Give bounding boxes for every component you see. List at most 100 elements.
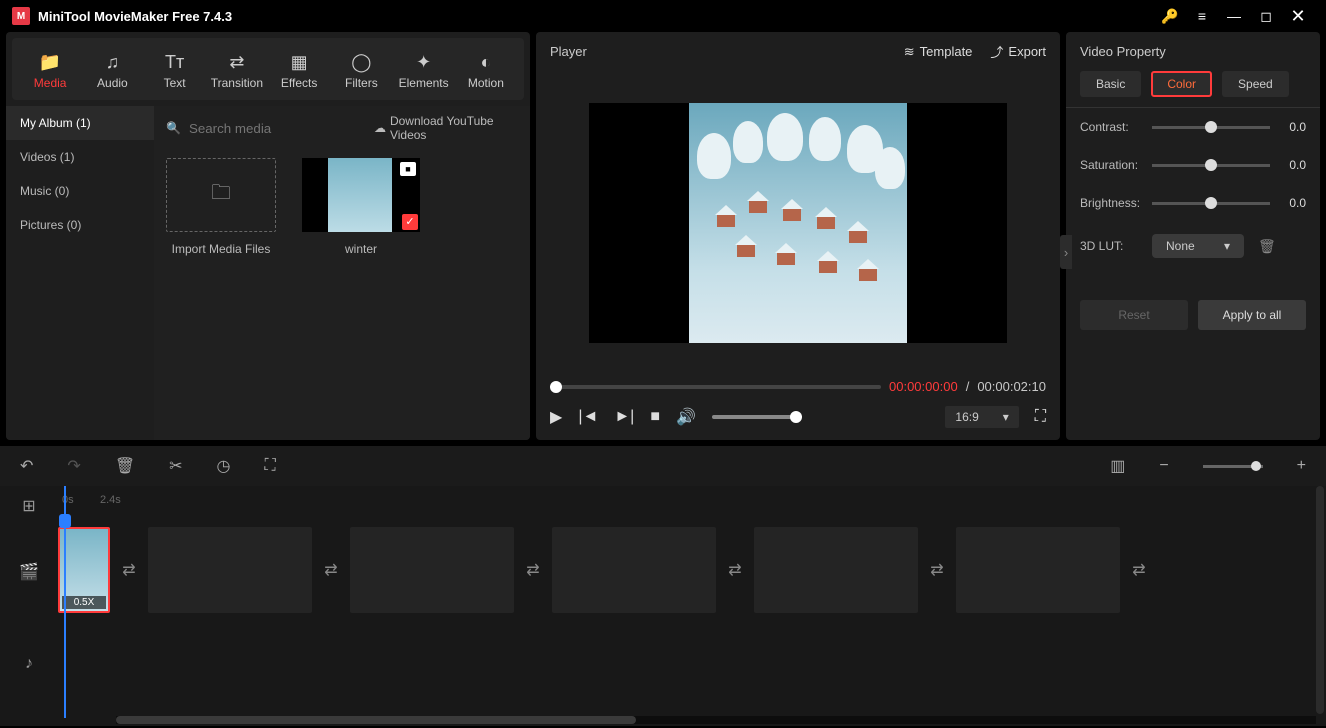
video-icon: ■ (400, 162, 416, 176)
empty-slot[interactable] (148, 527, 312, 613)
crop-button[interactable]: ⛶ (265, 457, 276, 475)
prop-tab-color[interactable]: Color (1151, 71, 1212, 97)
motion-icon: ◐ (480, 52, 491, 72)
property-title: Video Property (1066, 32, 1320, 71)
close-button[interactable]: ✕ (1282, 6, 1314, 27)
download-videos-button[interactable]: ☁Download YouTube Videos (374, 114, 518, 142)
transition-slot[interactable]: ⇄ (518, 555, 548, 585)
brightness-label: Brightness: (1080, 196, 1144, 210)
media-clip[interactable]: ■ ✓ winter (302, 158, 420, 256)
prev-frame-button[interactable]: |◄ (578, 408, 598, 426)
tab-text[interactable]: TᴛText (145, 44, 205, 98)
folder-plus-icon: 🗀 (211, 178, 231, 212)
redo-button[interactable]: ↷ (67, 456, 80, 476)
cloud-icon: ☁ (374, 121, 386, 135)
zoom-out-button[interactable]: − (1159, 457, 1168, 475)
stop-button[interactable]: ■ (650, 408, 660, 426)
timeline-ruler[interactable]: 0s 2.4s (58, 486, 1326, 524)
key-icon[interactable]: 🔑 (1154, 8, 1186, 25)
upload-icon: ⤴ (990, 42, 1003, 61)
empty-slot[interactable] (350, 527, 514, 613)
aspect-ratio-select[interactable]: 16:9▾ (945, 406, 1018, 428)
tab-media[interactable]: 📁Media (20, 44, 80, 98)
empty-slot[interactable] (956, 527, 1120, 613)
trash-icon[interactable]: 🗑 (1258, 238, 1276, 255)
contrast-value: 0.0 (1278, 120, 1306, 134)
property-panel: Video Property Basic Color Speed Contras… (1066, 32, 1320, 440)
horizontal-scrollbar[interactable] (116, 716, 1316, 724)
tab-transition[interactable]: ⇄Transition (207, 44, 267, 98)
zoom-slider[interactable] (1203, 465, 1263, 468)
maximize-button[interactable]: ◻ (1250, 8, 1282, 25)
saturation-slider[interactable] (1152, 164, 1270, 167)
media-panel: 📁Media ♫Audio TᴛText ⇄Transition ▦Effect… (6, 32, 530, 440)
template-button[interactable]: ≋Template (904, 44, 973, 60)
tab-effects[interactable]: ▦Effects (269, 44, 329, 98)
app-logo: M (12, 7, 30, 25)
tab-motion[interactable]: ◐Motion (456, 44, 516, 98)
transition-slot[interactable]: ⇄ (114, 555, 144, 585)
tab-audio[interactable]: ♫Audio (82, 44, 142, 98)
brightness-value: 0.0 (1278, 196, 1306, 210)
speed-button[interactable]: ◷ (217, 456, 231, 476)
empty-slot[interactable] (552, 527, 716, 613)
filters-icon: ◯ (351, 52, 371, 72)
saturation-value: 0.0 (1278, 158, 1306, 172)
brightness-slider[interactable] (1152, 202, 1270, 205)
next-frame-button[interactable]: ►| (614, 408, 634, 426)
sidebar-item-music[interactable]: Music (0) (6, 174, 154, 208)
transition-slot[interactable]: ⇄ (316, 555, 346, 585)
vertical-scrollbar[interactable] (1316, 486, 1324, 714)
elements-icon: ✦ (416, 52, 431, 72)
transition-slot[interactable]: ⇄ (922, 555, 952, 585)
sidebar-item-album[interactable]: My Album (1) (6, 106, 154, 140)
seek-slider[interactable] (550, 385, 881, 389)
prop-tab-basic[interactable]: Basic (1080, 71, 1141, 97)
lut-label: 3D LUT: (1080, 239, 1144, 253)
audio-track[interactable] (58, 624, 1326, 684)
media-sidebar: My Album (1) Videos (1) Music (0) Pictur… (6, 106, 154, 440)
minimize-button[interactable]: — (1218, 8, 1250, 24)
reset-button[interactable]: Reset (1080, 300, 1188, 330)
preview-image (689, 103, 907, 343)
prop-tab-speed[interactable]: Speed (1222, 71, 1289, 97)
search-input[interactable] (189, 121, 366, 136)
playhead[interactable] (64, 486, 66, 718)
empty-slot[interactable] (754, 527, 918, 613)
export-button[interactable]: ⤴Export (990, 42, 1046, 61)
tab-elements[interactable]: ✦Elements (394, 44, 454, 98)
video-track-icon: 🎬 (0, 526, 58, 618)
sidebar-item-videos[interactable]: Videos (1) (6, 140, 154, 174)
fullscreen-button[interactable]: ⛶ (1035, 408, 1046, 426)
timeline-toolbar: ↶ ↷ 🗑 ✂ ◷ ⛶ ▥ − + (0, 446, 1326, 486)
menu-icon[interactable]: ≡ (1186, 8, 1218, 24)
split-button[interactable]: ✂ (169, 456, 182, 476)
audio-track-icon: ♪ (0, 618, 58, 710)
apply-all-button[interactable]: Apply to all (1198, 300, 1306, 330)
fit-button[interactable]: ▥ (1110, 456, 1125, 476)
player-title: Player (550, 44, 587, 59)
video-track[interactable]: 0.5X ⇄ ⇄ ⇄ ⇄ ⇄ ⇄ (58, 524, 1326, 616)
main-tabs: 📁Media ♫Audio TᴛText ⇄Transition ▦Effect… (12, 38, 524, 100)
delete-button[interactable]: 🗑 (115, 456, 135, 476)
titlebar: M MiniTool MovieMaker Free 7.4.3 🔑 ≡ — ◻… (0, 0, 1326, 32)
undo-button[interactable]: ↶ (20, 456, 33, 476)
tab-filters[interactable]: ◯Filters (331, 44, 391, 98)
transition-slot[interactable]: ⇄ (1124, 555, 1154, 585)
import-media-button[interactable]: 🗀 Import Media Files (166, 158, 276, 256)
timeline: ⊞ 🎬 ♪ 0s 2.4s 0.5X ⇄ ⇄ ⇄ ⇄ ⇄ ⇄ (0, 486, 1326, 726)
add-track-button[interactable]: ⊞ (0, 486, 58, 526)
contrast-slider[interactable] (1152, 126, 1270, 129)
lut-select[interactable]: None▾ (1152, 234, 1244, 258)
folder-icon: 📁 (39, 52, 61, 72)
chevron-down-icon: ▾ (1224, 239, 1230, 253)
play-button[interactable]: ▶ (550, 407, 562, 427)
zoom-in-button[interactable]: + (1297, 457, 1306, 475)
current-time: 00:00:00:00 (889, 379, 958, 394)
expand-panel-handle[interactable]: › (1060, 235, 1072, 269)
volume-slider[interactable] (712, 415, 802, 419)
clip-label: winter (345, 242, 377, 256)
transition-slot[interactable]: ⇄ (720, 555, 750, 585)
sidebar-item-pictures[interactable]: Pictures (0) (6, 208, 154, 242)
volume-icon[interactable]: 🔊 (676, 407, 696, 427)
